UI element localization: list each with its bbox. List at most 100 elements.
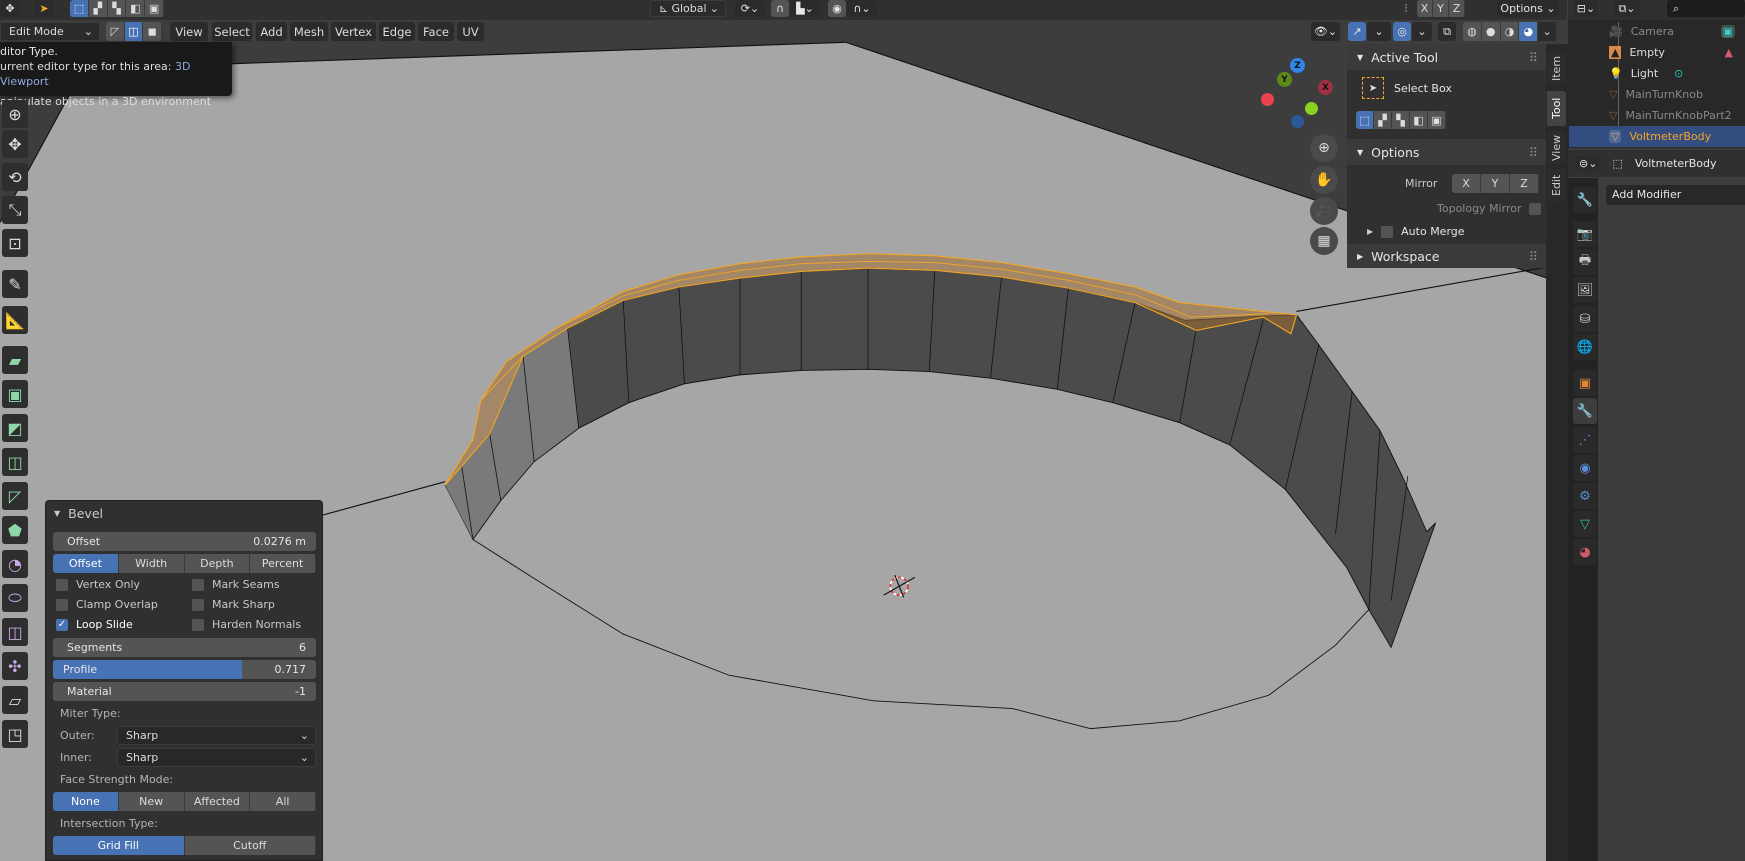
image-data-icon[interactable]: ▲ <box>1725 46 1733 59</box>
xray-toggle[interactable]: ⧉ <box>1438 22 1456 41</box>
outliner-item-mainturnknob[interactable]: ▽ MainTurnKnob <box>1569 84 1745 105</box>
overlays-dropdown[interactable]: ⌄ <box>1412 22 1432 41</box>
measure-icon[interactable]: 📐 <box>2 306 28 334</box>
search-icon[interactable]: ⌕ <box>1667 0 1745 17</box>
auto-merge-checkbox[interactable]: ▶ Auto Merge <box>1367 225 1465 238</box>
properties-tab-render-icon[interactable]: 📷 <box>1573 221 1597 247</box>
solid-shading-icon[interactable]: ● <box>1481 22 1501 41</box>
face-strength-all[interactable]: All <box>250 792 316 811</box>
light-data-icon[interactable]: ⊙ <box>1674 67 1683 80</box>
material-field[interactable]: Material -1 <box>53 682 316 701</box>
pivot-point-dropdown[interactable]: ⟳⌄ <box>735 0 765 17</box>
workspace-header[interactable]: ▶ Workspace ⠿ <box>1347 244 1546 268</box>
properties-tab-physics-icon[interactable]: ◉ <box>1573 455 1597 481</box>
outliner-item-camera[interactable]: 🎥 Camera ▣ <box>1569 21 1745 42</box>
editor-type-dropdown[interactable]: ⊜⌄ <box>1576 156 1601 171</box>
mirror-x-button[interactable]: X <box>1452 174 1481 193</box>
material-preview-icon[interactable]: ◑ <box>1500 22 1520 41</box>
width-type-depth[interactable]: Depth <box>184 554 251 573</box>
offset-field[interactable]: Offset 0.0276 m <box>53 532 316 551</box>
properties-tab-material-icon[interactable]: ◕ <box>1573 539 1597 565</box>
menu-uv[interactable]: UV <box>457 22 484 41</box>
clamp-overlap-checkbox[interactable]: Clamp Overlap <box>56 598 158 611</box>
properties-tab-output-icon[interactable]: 🖶 <box>1573 249 1597 275</box>
gizmo-y-axis[interactable]: Y <box>1277 72 1292 87</box>
segments-field[interactable]: Segments 6 <box>53 638 316 657</box>
transform-orientation-dropdown[interactable]: ⊾ Global ⌄ <box>650 0 726 17</box>
scale-icon[interactable]: ⤡ <box>2 196 28 224</box>
mesh-select-mode[interactable]: ◸ ◫ ◼ <box>106 22 162 41</box>
outer-miter-dropdown[interactable]: Sharp ⌄ <box>117 726 316 745</box>
properties-tab-particles-icon[interactable]: ⋰ <box>1573 427 1597 453</box>
select-mode-buttons[interactable]: ⬚ ▞ ▚ ◧ ▣ <box>70 0 164 17</box>
gizmo-x-axis[interactable]: X <box>1318 80 1333 95</box>
select-box-tool[interactable]: ➤ Select Box <box>1362 77 1452 99</box>
gizmo-neg-y[interactable] <box>1305 102 1318 115</box>
select-new-icon[interactable]: ⬚ <box>1356 111 1374 129</box>
menu-vertex[interactable]: Vertex <box>331 22 376 41</box>
harden-normals-checkbox[interactable]: Harden Normals <box>192 618 301 631</box>
select-invert-icon[interactable]: ◧ <box>1410 111 1428 129</box>
properties-tab-tool-icon[interactable]: 🔧 <box>1573 187 1597 213</box>
properties-tab-data-icon[interactable]: ▽ <box>1573 511 1597 537</box>
inset-icon[interactable]: ▣ <box>2 380 28 408</box>
intersection-grid-fill[interactable]: Grid Fill <box>53 836 185 855</box>
overlays-toggle[interactable]: ◎ <box>1393 22 1411 41</box>
face-strength-selector[interactable]: None New Affected All <box>53 792 316 811</box>
proportional-falloff-dropdown[interactable]: ∩⌄ <box>847 0 877 17</box>
options-dropdown[interactable]: Options ⌄ <box>1497 0 1559 17</box>
active-tool-select-box-icon[interactable]: ➤ <box>34 0 54 17</box>
tab-item[interactable]: Item <box>1547 52 1566 84</box>
proportional-edit-toggle[interactable]: ◉ <box>828 0 846 17</box>
mirror-y-button[interactable]: Y <box>1433 0 1449 17</box>
select-intersect-icon[interactable]: ▣ <box>1428 111 1446 129</box>
face-strength-affected[interactable]: Affected <box>184 792 251 811</box>
chevron-down-icon[interactable]: ⌄ <box>1538 22 1557 41</box>
wireframe-shading-icon[interactable]: ◍ <box>1463 22 1482 41</box>
mirror-x-button[interactable]: X <box>1417 0 1433 17</box>
tab-tool[interactable]: Tool <box>1547 91 1566 126</box>
poly-build-icon[interactable]: ⬟ <box>2 516 28 544</box>
menu-mesh[interactable]: Mesh <box>290 22 328 41</box>
menu-face[interactable]: Face <box>418 22 454 41</box>
profile-slider[interactable]: Profile 0.717 <box>53 660 316 679</box>
tab-edit[interactable]: Edit <box>1547 169 1566 202</box>
loop-cut-icon[interactable]: ◫ <box>2 448 28 476</box>
tab-view[interactable]: View <box>1547 131 1566 164</box>
options-header[interactable]: ▼ Options ⠿ <box>1347 139 1546 165</box>
gizmo-toggle[interactable]: ↗ <box>1348 22 1366 41</box>
camera-view-icon[interactable]: 🎥 <box>1310 197 1338 225</box>
mirror-y-button[interactable]: Y <box>1481 174 1510 193</box>
select-subtract-icon[interactable]: ▚ <box>1392 111 1410 129</box>
drag-handle-icon[interactable]: ⠿ <box>1529 249 1538 264</box>
ortho-grid-icon[interactable]: ▦ <box>1310 227 1338 255</box>
filter-dropdown[interactable]: ⧉⌄ <box>1614 0 1640 17</box>
gizmo-z-axis[interactable]: Z <box>1290 58 1305 73</box>
intersection-cutoff[interactable]: Cutoff <box>184 836 316 855</box>
select-new-icon[interactable]: ⬚ <box>70 0 89 17</box>
annotate-icon[interactable]: ✎ <box>2 270 28 298</box>
face-select-icon[interactable]: ◼ <box>143 22 162 41</box>
rendered-shading-icon[interactable]: ◕ <box>1519 22 1539 41</box>
tool-select-modes[interactable]: ⬚ ▞ ▚ ◧ ▣ <box>1356 111 1446 129</box>
transform-icon[interactable]: ⊡ <box>2 229 28 257</box>
bevel-icon[interactable]: ◩ <box>2 414 28 442</box>
outliner-item-light[interactable]: 💡 Light ⊙ <box>1569 63 1745 84</box>
move-icon[interactable]: ✥ <box>2 130 28 158</box>
face-strength-new[interactable]: New <box>118 792 185 811</box>
intersection-type-selector[interactable]: Grid Fill Cutoff <box>53 836 316 855</box>
rotate-icon[interactable]: ⟲ <box>2 163 28 191</box>
editor-type-button[interactable]: ✥ <box>0 0 20 17</box>
properties-tab-view-layer-icon[interactable]: 🖼 <box>1573 277 1597 303</box>
cursor-icon[interactable]: ⊕ <box>2 100 28 128</box>
smooth-icon[interactable]: ⬭ <box>2 584 28 612</box>
width-type-selector[interactable]: Offset Width Depth Percent <box>53 554 316 573</box>
select-invert-icon[interactable]: ◧ <box>126 0 146 17</box>
properties-tab-scene-icon[interactable]: ⛁ <box>1573 306 1597 332</box>
mark-sharp-checkbox[interactable]: Mark Sharp <box>192 598 275 611</box>
mark-seams-checkbox[interactable]: Mark Seams <box>192 578 280 591</box>
properties-tab-modifiers-icon[interactable]: 🔧 <box>1573 398 1597 424</box>
mirror-axes[interactable]: XYZ <box>1452 174 1539 193</box>
shading-modes[interactable]: ◍ ● ◑ ◕ ⌄ <box>1463 22 1557 41</box>
menu-select[interactable]: Select <box>212 22 252 41</box>
